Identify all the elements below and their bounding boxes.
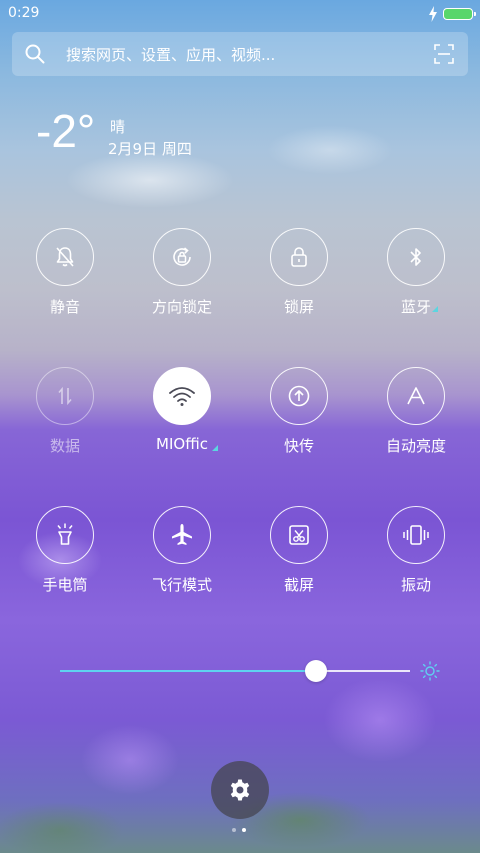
toggle-airplane-mode-label: 飞行模式 bbox=[151, 576, 212, 594]
toggle-lock-screen-circle[interactable] bbox=[270, 228, 328, 286]
toggle-screenshot[interactable]: 截屏 bbox=[249, 506, 349, 606]
page-indicator bbox=[232, 828, 252, 834]
toggle-rotation-lock-circle[interactable] bbox=[153, 228, 211, 286]
toggle-mobile-data-circle[interactable] bbox=[36, 367, 94, 425]
toggle-auto-brightness-circle[interactable] bbox=[387, 367, 445, 425]
toggle-vibrate-label: 振动 bbox=[400, 576, 431, 594]
sun-icon bbox=[420, 661, 440, 681]
bluetooth-icon bbox=[410, 248, 421, 266]
toggle-wifi-circle[interactable] bbox=[153, 367, 211, 425]
flashlight-icon bbox=[57, 523, 73, 545]
slider-thumb[interactable] bbox=[305, 660, 327, 682]
scan-icon[interactable] bbox=[434, 44, 454, 64]
more-options-indicator bbox=[212, 445, 218, 451]
toggle-bluetooth-circle[interactable] bbox=[387, 228, 445, 286]
toggle-auto-brightness[interactable]: 自动亮度 bbox=[366, 367, 466, 467]
toggle-rotation-lock-label: 方向锁定 bbox=[151, 298, 212, 316]
more-options-indicator bbox=[432, 306, 438, 312]
toggle-mobile-data[interactable]: 数据 bbox=[15, 367, 115, 467]
quick-transfer-icon bbox=[288, 385, 310, 407]
airplane-icon bbox=[172, 524, 192, 545]
mute-bell-icon bbox=[56, 247, 74, 267]
vibrate-icon bbox=[403, 525, 429, 545]
weather-temperature: -2° bbox=[36, 105, 96, 157]
toggle-screenshot-circle[interactable] bbox=[270, 506, 328, 564]
lock-icon bbox=[291, 247, 307, 267]
toggle-mute-label: 静音 bbox=[49, 298, 80, 316]
toggle-bluetooth-label: 蓝牙 bbox=[400, 298, 431, 316]
battery-icon bbox=[443, 8, 476, 20]
toggle-screenshot-label: 截屏 bbox=[283, 576, 314, 594]
toggle-flashlight-label: 手电筒 bbox=[42, 576, 88, 594]
page-dot bbox=[232, 828, 236, 832]
mobile-data-icon bbox=[58, 386, 72, 406]
toggle-vibrate-circle[interactable] bbox=[387, 506, 445, 564]
search-bar[interactable]: 搜索网页、设置、应用、视频... bbox=[12, 32, 468, 76]
toggle-lock-screen-label: 锁屏 bbox=[283, 298, 314, 316]
search-placeholder: 搜索网页、设置、应用、视频... bbox=[66, 46, 276, 64]
toggle-airplane-mode[interactable]: 飞行模式 bbox=[132, 506, 232, 606]
wifi-icon bbox=[169, 387, 195, 406]
toggle-auto-brightness-label: 自动亮度 bbox=[385, 437, 446, 455]
toggle-flashlight-circle[interactable] bbox=[36, 506, 94, 564]
auto-brightness-icon bbox=[407, 387, 425, 405]
toggle-vibrate[interactable]: 振动 bbox=[366, 506, 466, 606]
weather-condition: 晴 bbox=[110, 118, 126, 136]
toggle-rotation-lock[interactable]: 方向锁定 bbox=[132, 228, 232, 328]
settings-button[interactable] bbox=[211, 761, 269, 819]
page-dot-active bbox=[242, 828, 246, 832]
toggle-quick-transfer-circle[interactable] bbox=[270, 367, 328, 425]
status-time: 0:29 bbox=[8, 5, 40, 21]
rotation-lock-icon bbox=[173, 247, 191, 266]
charging-icon bbox=[429, 6, 437, 22]
toggle-airplane-mode-circle[interactable] bbox=[153, 506, 211, 564]
toggle-quick-transfer[interactable]: 快传 bbox=[249, 367, 349, 467]
slider-fill bbox=[60, 670, 316, 672]
toggle-quick-transfer-label: 快传 bbox=[283, 437, 314, 455]
toggle-mute-circle[interactable] bbox=[36, 228, 94, 286]
toggle-wifi[interactable]: MIOffic bbox=[132, 367, 232, 467]
screenshot-icon bbox=[289, 525, 309, 545]
status-bar: 0:29 bbox=[0, 0, 480, 28]
toggle-wifi-label: MIOffic bbox=[156, 435, 208, 453]
toggle-bluetooth[interactable]: 蓝牙 bbox=[366, 228, 466, 328]
toggle-lock-screen[interactable]: 锁屏 bbox=[249, 228, 349, 328]
toggle-flashlight[interactable]: 手电筒 bbox=[15, 506, 115, 606]
search-icon bbox=[25, 44, 45, 64]
toggle-mobile-data-label: 数据 bbox=[49, 437, 80, 455]
weather-date: 2月9日 周四 bbox=[108, 140, 192, 158]
brightness-slider[interactable] bbox=[60, 660, 440, 682]
gear-icon bbox=[230, 779, 250, 801]
toggle-mute[interactable]: 静音 bbox=[15, 228, 115, 328]
